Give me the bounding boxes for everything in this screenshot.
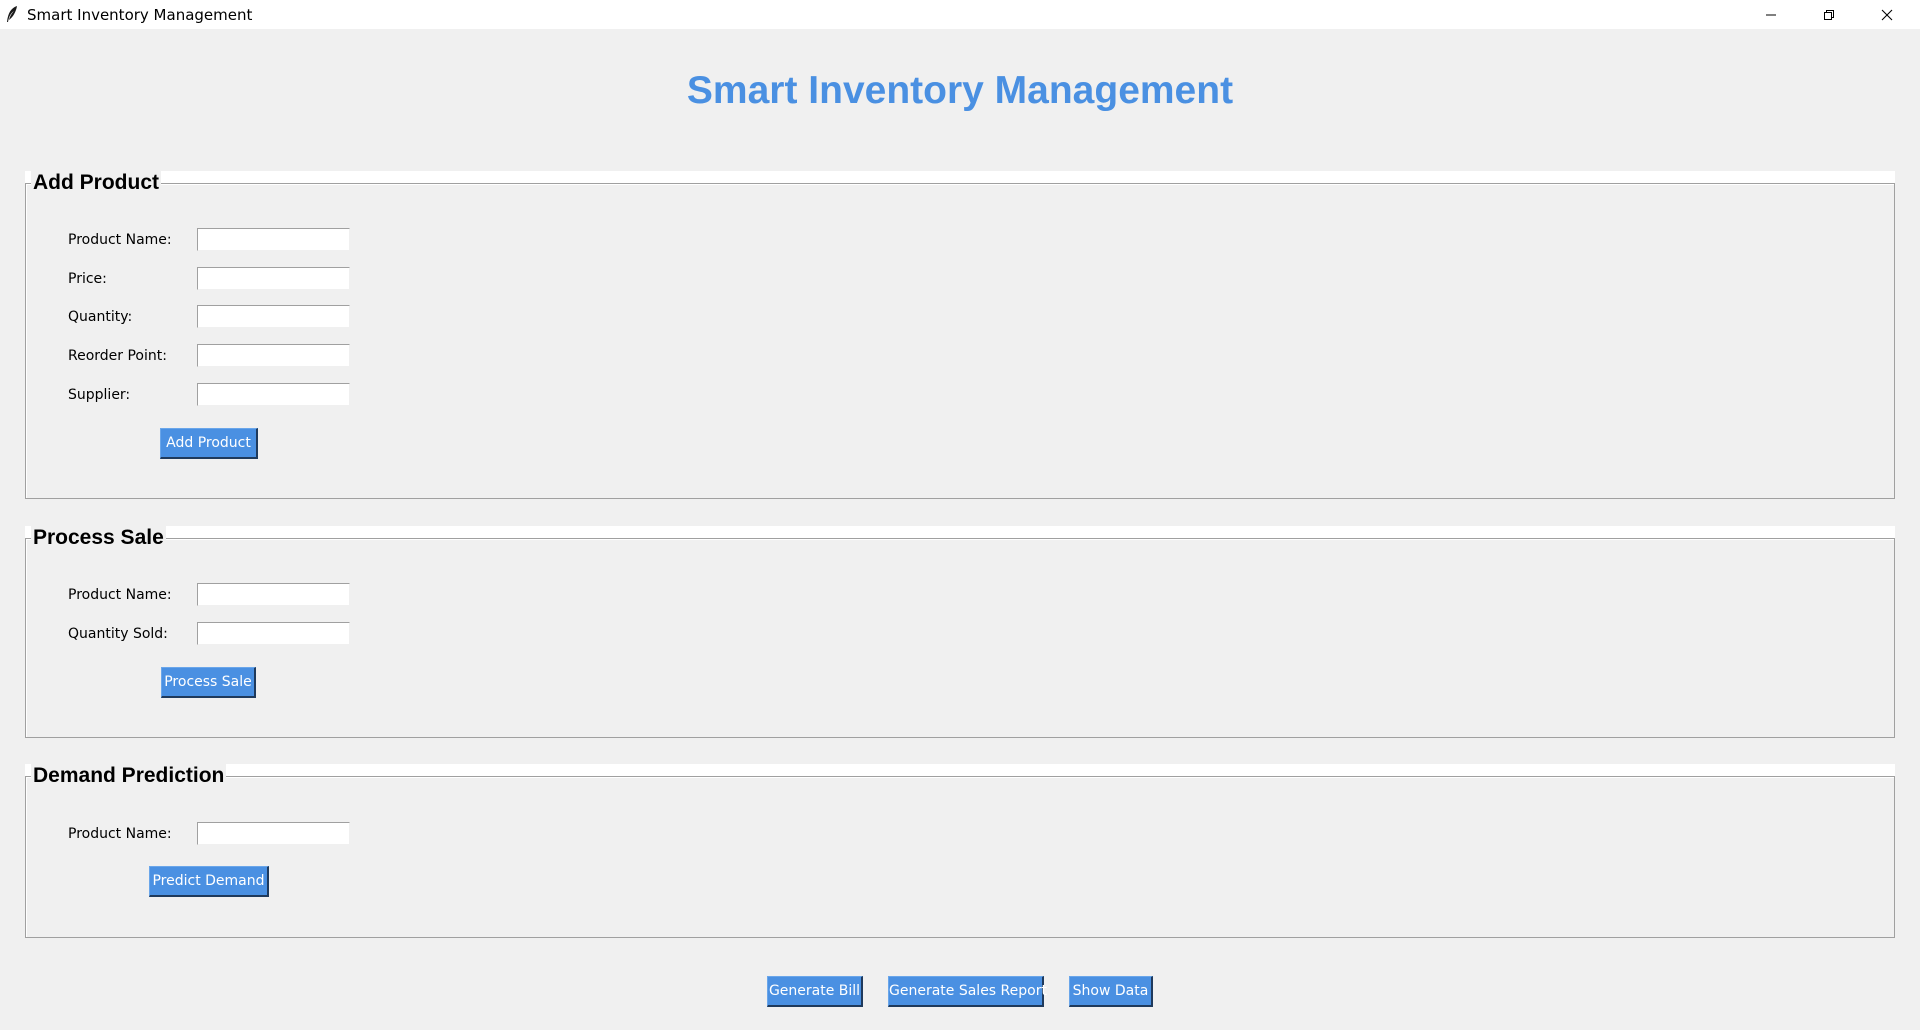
minimize-button[interactable] (1742, 0, 1800, 29)
generate-sales-report-button[interactable]: Generate Sales Report (888, 976, 1047, 1007)
app-window: Smart Inventory Management Smart Invento… (0, 0, 1920, 1030)
product-name-label: Product Name: (68, 232, 172, 248)
quantity-label: Quantity: (68, 309, 133, 325)
restore-icon (1823, 9, 1835, 21)
product-name-input[interactable] (197, 228, 350, 251)
window-title: Smart Inventory Management (27, 6, 253, 24)
reorder-point-label: Reorder Point: (68, 348, 167, 364)
quantity-sold-input[interactable] (197, 622, 350, 645)
process-sale-title: Process Sale (31, 526, 166, 550)
add-product-title: Add Product (31, 171, 161, 195)
process-sale-button[interactable]: Process Sale (161, 667, 256, 698)
restore-button[interactable] (1800, 0, 1858, 29)
demand-product-name-label: Product Name: (68, 826, 172, 842)
price-label: Price: (68, 271, 107, 287)
supplier-label: Supplier: (68, 387, 131, 403)
demand-prediction-section (25, 776, 1895, 938)
show-data-button[interactable]: Show Data (1069, 976, 1153, 1007)
predict-demand-button[interactable]: Predict Demand (149, 866, 269, 897)
reorder-point-input[interactable] (197, 344, 350, 367)
title-bar[interactable]: Smart Inventory Management (0, 0, 1920, 29)
sale-product-name-label: Product Name: (68, 587, 172, 603)
demand-prediction-title: Demand Prediction (31, 764, 227, 788)
demand-product-name-input[interactable] (197, 822, 350, 845)
quantity-input[interactable] (197, 305, 350, 328)
price-input[interactable] (197, 267, 350, 290)
quantity-sold-label: Quantity Sold: (68, 626, 168, 642)
page-title: Smart Inventory Management (686, 69, 1234, 112)
sale-product-name-input[interactable] (197, 583, 350, 606)
generate-bill-button[interactable]: Generate Bill (767, 976, 863, 1007)
close-button[interactable] (1858, 0, 1916, 29)
feather-icon (5, 5, 19, 24)
add-product-button[interactable]: Add Product (160, 428, 258, 459)
minimize-icon (1765, 9, 1777, 21)
close-icon (1881, 9, 1893, 21)
supplier-input[interactable] (197, 383, 350, 406)
